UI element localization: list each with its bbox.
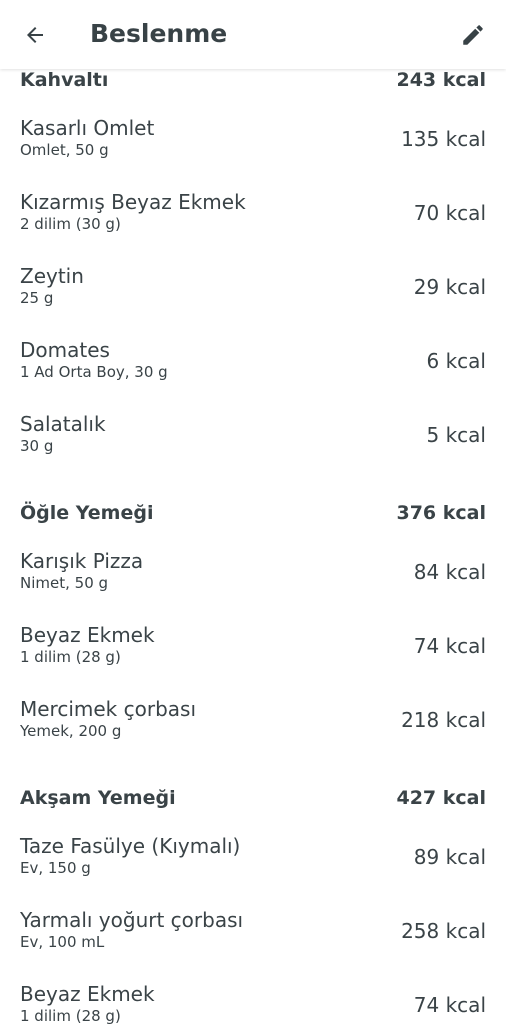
- food-detail: Omlet, 50 g: [20, 141, 109, 159]
- arrow-back-icon: [27, 27, 43, 43]
- food-detail: Ev, 100 mL: [20, 933, 105, 951]
- food-text: Salatalık 30 g: [20, 412, 106, 456]
- food-item[interactable]: Kasarlı Omlet Omlet, 50 g 135 kcal: [0, 101, 506, 175]
- food-detail: 30 g: [20, 437, 54, 455]
- section-total: 427 kcal: [396, 786, 486, 809]
- food-kcal: 6 kcal: [426, 349, 486, 373]
- food-detail: 1 dilim (28 g): [20, 1007, 121, 1024]
- meal-section-dinner: Akşam Yemeği 427 kcal Taze Fasülye (Kıym…: [0, 776, 506, 1024]
- food-name: Beyaz Ekmek: [20, 623, 155, 647]
- section-title: Öğle Yemeği: [20, 501, 154, 524]
- meal-section-breakfast: Kahvaltı 243 kcal Kasarlı Omlet Omlet, 5…: [0, 58, 506, 471]
- food-item[interactable]: Taze Fasülye (Kıymalı) Ev, 150 g 89 kcal: [0, 819, 506, 893]
- food-detail: 1 dilim (28 g): [20, 648, 121, 666]
- section-total: 243 kcal: [396, 68, 486, 91]
- food-item[interactable]: Mercimek çorbası Yemek, 200 g 218 kcal: [0, 682, 506, 756]
- food-name: Karışık Pizza: [20, 549, 144, 573]
- food-kcal: 89 kcal: [413, 845, 486, 869]
- food-name: Kızarmış Beyaz Ekmek: [20, 190, 246, 214]
- page-title: Beslenme: [90, 19, 228, 48]
- food-kcal: 74 kcal: [413, 634, 486, 658]
- food-name: Kasarlı Omlet: [20, 116, 155, 140]
- pencil-icon: [463, 25, 483, 45]
- food-kcal: 135 kcal: [401, 127, 486, 151]
- meal-section-lunch: Öğle Yemeği 376 kcal Karışık Pizza Nimet…: [0, 491, 506, 756]
- food-kcal: 29 kcal: [413, 275, 486, 299]
- food-name: Salatalık: [20, 412, 106, 436]
- food-text: Domates 1 Ad Orta Boy, 30 g: [20, 338, 168, 382]
- food-item[interactable]: Yarmalı yoğurt çorbası Ev, 100 mL 258 kc…: [0, 893, 506, 967]
- food-kcal: 218 kcal: [401, 708, 486, 732]
- food-detail: Nimet, 50 g: [20, 574, 109, 592]
- food-text: Zeytin 25 g: [20, 264, 84, 308]
- food-kcal: 258 kcal: [401, 919, 486, 943]
- food-name: Yarmalı yoğurt çorbası: [20, 908, 244, 932]
- food-name: Mercimek çorbası: [20, 697, 197, 721]
- food-text: Mercimek çorbası Yemek, 200 g: [20, 697, 196, 741]
- food-text: Yarmalı yoğurt çorbası Ev, 100 mL: [20, 908, 243, 952]
- section-title: Akşam Yemeği: [20, 786, 176, 809]
- food-detail: 1 Ad Orta Boy, 30 g: [20, 363, 168, 381]
- edit-button[interactable]: [454, 16, 492, 54]
- meal-list: Kahvaltı 243 kcal Kasarlı Omlet Omlet, 5…: [0, 58, 506, 1024]
- food-detail: 2 dilim (30 g): [20, 215, 121, 233]
- food-item[interactable]: Zeytin 25 g 29 kcal: [0, 249, 506, 323]
- food-kcal: 74 kcal: [413, 993, 486, 1017]
- food-kcal: 5 kcal: [426, 423, 486, 447]
- food-name: Taze Fasülye (Kıymalı): [20, 834, 241, 858]
- food-name: Beyaz Ekmek: [20, 982, 155, 1006]
- food-detail: Ev, 150 g: [20, 859, 91, 877]
- food-text: Beyaz Ekmek 1 dilim (28 g): [20, 982, 155, 1024]
- food-name: Domates: [20, 338, 110, 362]
- food-text: Taze Fasülye (Kıymalı) Ev, 150 g: [20, 834, 240, 878]
- app-bar: Beslenme: [0, 0, 506, 69]
- section-header[interactable]: Öğle Yemeği 376 kcal: [0, 491, 506, 534]
- food-item[interactable]: Kızarmış Beyaz Ekmek 2 dilim (30 g) 70 k…: [0, 175, 506, 249]
- food-text: Kasarlı Omlet Omlet, 50 g: [20, 116, 154, 160]
- food-item[interactable]: Domates 1 Ad Orta Boy, 30 g 6 kcal: [0, 323, 506, 397]
- food-text: Kızarmış Beyaz Ekmek 2 dilim (30 g): [20, 190, 246, 234]
- food-detail: 25 g: [20, 289, 54, 307]
- section-header[interactable]: Akşam Yemeği 427 kcal: [0, 776, 506, 819]
- food-kcal: 84 kcal: [413, 560, 486, 584]
- food-detail: Yemek, 200 g: [20, 722, 122, 740]
- food-text: Beyaz Ekmek 1 dilim (28 g): [20, 623, 155, 667]
- section-title: Kahvaltı: [20, 68, 109, 91]
- back-button[interactable]: [16, 16, 54, 54]
- nutrition-screen: Beslenme Kahvaltı 243 kcal Kasarlı Omlet…: [0, 0, 506, 1024]
- food-item[interactable]: Karışık Pizza Nimet, 50 g 84 kcal: [0, 534, 506, 608]
- section-total: 376 kcal: [396, 501, 486, 524]
- food-item[interactable]: Salatalık 30 g 5 kcal: [0, 397, 506, 471]
- food-text: Karışık Pizza Nimet, 50 g: [20, 549, 143, 593]
- food-item[interactable]: Beyaz Ekmek 1 dilim (28 g) 74 kcal: [0, 608, 506, 682]
- food-item[interactable]: Beyaz Ekmek 1 dilim (28 g) 74 kcal: [0, 967, 506, 1024]
- food-kcal: 70 kcal: [413, 201, 486, 225]
- food-name: Zeytin: [20, 264, 84, 288]
